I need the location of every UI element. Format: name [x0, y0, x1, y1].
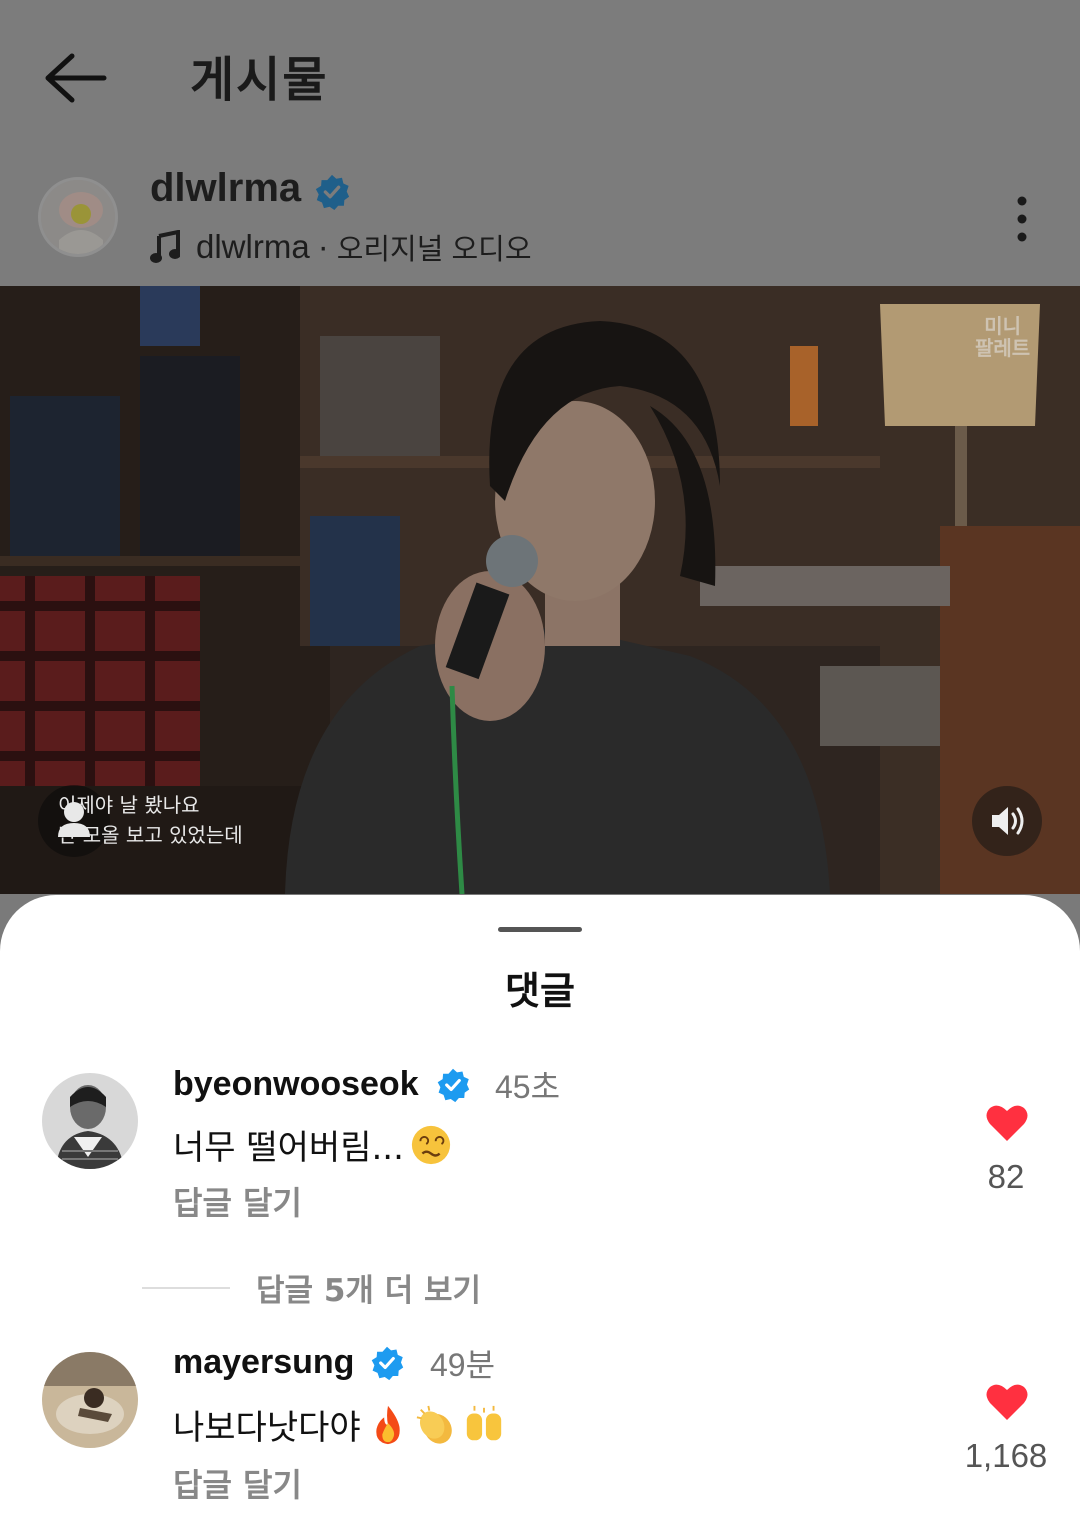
heart-like-icon[interactable]: [985, 1382, 1029, 1422]
verified-badge-icon: [371, 1346, 404, 1381]
verified-badge-icon: [315, 174, 350, 211]
comment-text: 너무 떨어버림...: [173, 1128, 404, 1168]
raising-hands-emoji-icon: [466, 1405, 501, 1440]
comment-text-row: 나보다낫다야: [173, 1400, 505, 1449]
page-title: 게시물: [190, 52, 329, 108]
comment-timestamp: 45초: [495, 1069, 561, 1105]
clapping-hands-emoji-icon: [416, 1405, 452, 1444]
replies-divider: [142, 1286, 230, 1289]
commenter-avatar[interactable]: [42, 1352, 138, 1448]
comment-timestamp: 49분: [430, 1347, 496, 1383]
video-watermark: 미니 팔레트: [975, 315, 1030, 359]
subtitle-line-2: 난 모올 보고 있었는데: [58, 823, 243, 847]
commenter-username[interactable]: mayersung: [173, 1343, 354, 1382]
sheet-drag-handle[interactable]: [498, 927, 582, 932]
more-options-icon[interactable]: [1008, 195, 1036, 243]
reply-button[interactable]: 답글 달기: [173, 1460, 302, 1506]
fire-emoji-icon: [375, 1405, 400, 1444]
post-author-username[interactable]: dlwlrma: [150, 166, 301, 211]
like-count: 1,168: [964, 1437, 1048, 1474]
audio-separator: ·: [317, 228, 329, 265]
heart-like-icon[interactable]: [985, 1103, 1029, 1143]
commenter-avatar[interactable]: [42, 1073, 138, 1169]
back-arrow-icon[interactable]: [40, 48, 110, 108]
audio-info[interactable]: dlwlrma · 오리지널 오디오: [150, 226, 532, 268]
reply-button[interactable]: 답글 달기: [173, 1178, 302, 1224]
speaker-icon: [992, 807, 1024, 835]
view-more-replies-label[interactable]: 답글 5개 더 보기: [256, 1265, 481, 1310]
commenter-username[interactable]: byeonwooseok: [173, 1065, 419, 1104]
like-count: 82: [987, 1158, 1025, 1195]
view-more-replies[interactable]: 답글 5개 더 보기: [142, 1265, 481, 1310]
woozy-face-emoji-icon: [411, 1125, 451, 1164]
watermark-line-1: 미니: [984, 314, 1021, 338]
comments-sheet: 댓글 byeonwooseok 45초 너무 떨어버림... 답글 달기 82 …: [0, 895, 1080, 1530]
verified-badge-icon: [437, 1068, 470, 1103]
video-subtitle: 이제야 날 봤나요 난 모올 보고 있었는데: [58, 790, 243, 850]
audio-artist: dlwlrma: [196, 228, 310, 265]
comments-title: 댓글: [505, 969, 575, 1013]
post-author-avatar[interactable]: [38, 177, 118, 257]
watermark-line-2: 팔레트: [975, 336, 1031, 360]
subtitle-line-1: 이제야 날 봤나요: [58, 793, 200, 817]
sound-toggle-button[interactable]: [972, 786, 1042, 856]
music-note-icon: [150, 230, 180, 263]
comment-text: 나보다낫다야: [173, 1408, 361, 1448]
comment-text-row: 너무 떨어버림...: [173, 1120, 452, 1169]
audio-name: 오리지널 오디오: [336, 234, 532, 266]
